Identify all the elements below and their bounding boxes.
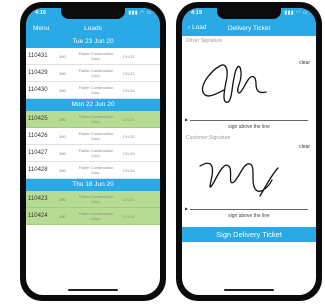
customer-name: Fisher Construction Corp. (78, 85, 114, 95)
customer-signature-label: Customer Signature (186, 135, 231, 141)
load-number: 110424 (28, 213, 48, 219)
driver-sign-hint: sign above the line (228, 124, 270, 130)
load-code: CH-31 (123, 214, 135, 219)
load-number: 110425 (28, 116, 48, 122)
customer-name: Fisher Construction Corp. (78, 114, 114, 124)
customer-signature-pad[interactable] (186, 148, 312, 204)
load-row[interactable]: 110431 100 Fisher Construction Corp. CH-31 (26, 48, 160, 65)
ticket-phone: 4:19 ▮▮▮ ◠ ▭ ‹ Load Delivery Ticket Driv… (176, 2, 322, 301)
customer-signature-stroke (199, 162, 279, 197)
load-code: CH-31 (123, 88, 135, 93)
customer-name: Fisher Construction Corp. (78, 211, 114, 221)
loads-screen: 4:16 ▮▮▮ ◠ ▭ Menu Loads Tue 23 Jun 20 110… (26, 8, 160, 295)
customer-name: Fisher Construction Corp. (78, 68, 114, 78)
load-code: CH-26 (123, 151, 135, 156)
customer-sign-hint: sign above the line (228, 213, 270, 219)
load-row[interactable]: 110423 100 Fisher Construction Corp. CH-31 (26, 191, 160, 208)
load-number: 110426 (28, 133, 48, 139)
phone-notch (61, 8, 125, 19)
load-number: 110428 (28, 167, 48, 173)
signature-arrow-icon: ▶ (185, 117, 189, 122)
customer-name: Fisher Construction Corp. (78, 51, 114, 61)
load-code: CH-32 (123, 134, 135, 139)
load-quantity: 100 (59, 117, 66, 122)
load-quantity: 100 (59, 151, 66, 156)
signal-wifi-battery-icons: ▮▮▮ ◠ ▭ (128, 10, 152, 16)
customer-name: Fisher Construction Corp. (78, 148, 114, 158)
load-row[interactable]: 110429 100 Fisher Construction Corp. CH-31 (26, 65, 160, 82)
load-number: 110431 (28, 53, 48, 59)
load-quantity: 100 (59, 54, 66, 59)
load-row[interactable]: 110430 100 Fisher Construction Corp. CH-31 (26, 82, 160, 99)
load-quantity: 100 (59, 71, 66, 76)
sign-delivery-ticket-button[interactable]: Sign Delivery Ticket (182, 227, 316, 242)
load-number: 110430 (28, 87, 48, 93)
driver-signature-line (190, 120, 308, 121)
load-quantity: 100 (59, 134, 66, 139)
status-time: 4:19 (191, 10, 203, 16)
load-code: CH-31 (123, 54, 135, 59)
load-row[interactable]: 110426 100 Fisher Construction Corp. CH-32 (26, 128, 160, 145)
home-indicator[interactable] (68, 289, 118, 291)
load-code: CH-31 (123, 71, 135, 76)
load-code: CH-31 (123, 197, 135, 202)
load-row[interactable]: 110428 100 Fisher Construction Corp. CH-31 (26, 162, 160, 179)
date-section-header: Thu 18 Jun 20 (26, 179, 160, 191)
driver-signature-label: Driver Signature (186, 38, 223, 44)
ticket-screen: 4:19 ▮▮▮ ◠ ▭ ‹ Load Delivery Ticket Driv… (182, 8, 316, 295)
load-code: CH-21 (123, 117, 135, 122)
load-quantity: 100 (59, 197, 66, 202)
loads-phone: 4:16 ▮▮▮ ◠ ▭ Menu Loads Tue 23 Jun 20 110… (20, 2, 166, 301)
date-section-header: Mon 22 Jun 20 (26, 99, 160, 111)
load-number: 110429 (28, 70, 48, 76)
load-row[interactable]: 110425 100 Fisher Construction Corp. CH-21 (26, 111, 160, 128)
customer-name: Fisher Construction Corp. (78, 194, 114, 204)
customer-signature-line (190, 209, 308, 210)
loads-list: Tue 23 Jun 20 110431 100 Fisher Constructio… (26, 36, 160, 225)
driver-signature-stroke (201, 64, 267, 103)
driver-signature-pad[interactable] (186, 58, 312, 114)
page-title: Delivery Ticket (227, 25, 271, 32)
signature-arrow-icon: ▶ (185, 206, 189, 211)
date-section-header: Tue 23 Jun 20 (26, 36, 160, 48)
home-indicator[interactable] (224, 289, 274, 291)
customer-name: Fisher Construction Corp. (78, 165, 114, 175)
load-quantity: 100 (59, 214, 66, 219)
customer-name: Fisher Construction Corp. (78, 131, 114, 141)
load-number: 110427 (28, 150, 48, 156)
signal-wifi-battery-icons: ▮▮▮ ◠ ▭ (284, 10, 308, 16)
load-row[interactable]: 110427 100 Fisher Construction Corp. CH-26 (26, 145, 160, 162)
load-number: 110423 (28, 196, 48, 202)
ticket-nav-bar: ‹ Load Delivery Ticket (182, 21, 316, 36)
phone-notch (217, 8, 281, 19)
load-quantity: 100 (59, 88, 66, 93)
page-title: Loads (84, 25, 102, 32)
load-row[interactable]: 110424 100 Fisher Construction Corp. CH-31 (26, 208, 160, 225)
status-time: 4:16 (35, 10, 47, 16)
loads-nav-bar: Menu Loads (26, 21, 160, 36)
load-code: CH-31 (123, 168, 135, 173)
load-quantity: 100 (59, 168, 66, 173)
